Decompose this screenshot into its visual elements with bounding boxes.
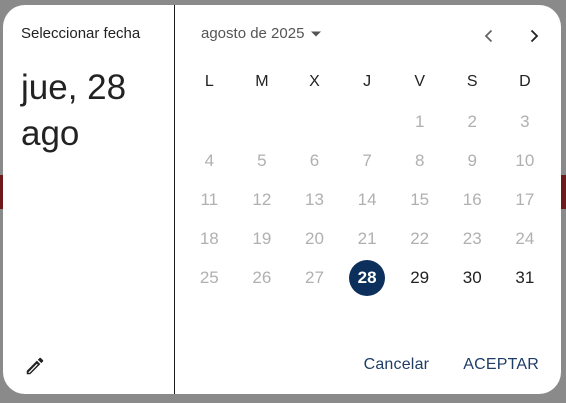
day-cell: 24: [499, 219, 552, 258]
day-grid: 1 2 3 4 5 6 7 8 9 10 11 12 13 14 15 16 17 18 19 20 21 22 23 24 2…: [183, 102, 551, 297]
previous-month-button[interactable]: [475, 22, 503, 50]
day-number: 13: [305, 189, 324, 209]
help-text: Seleccionar fecha: [21, 25, 141, 42]
day-number: 12: [252, 189, 272, 209]
empty-day-cell: [341, 102, 394, 141]
selected-day[interactable]: 28: [341, 258, 394, 297]
day-cell: 23: [446, 219, 499, 258]
day-number: 7: [362, 150, 372, 170]
date-picker-dialog: Seleccionar fecha jue, 28 ago agosto de …: [3, 5, 561, 394]
day-cell: 26: [236, 258, 289, 297]
day-number: 18: [199, 228, 219, 248]
day-number: 14: [357, 189, 377, 209]
chevron-right-icon: [530, 29, 539, 43]
weekday-label: S: [466, 73, 478, 90]
cancel-button[interactable]: Cancelar: [364, 356, 430, 374]
edit-mode-button[interactable]: [22, 353, 48, 379]
day-number: 10: [515, 150, 535, 170]
empty-day-cell: [288, 102, 341, 141]
day-number: 31: [515, 267, 535, 287]
day-cell[interactable]: 29: [393, 258, 446, 297]
day-cell: 6: [288, 141, 341, 180]
empty-day-cell: [183, 102, 236, 141]
day-number: 22: [410, 228, 430, 248]
day-cell: 22: [393, 219, 446, 258]
weekday-label: M: [255, 73, 269, 90]
day-number: 9: [467, 150, 477, 170]
day-number: 17: [515, 189, 535, 209]
chevron-left-icon: [484, 29, 493, 43]
month-year-dropdown[interactable]: agosto de 2025: [201, 25, 322, 42]
weekday-label: D: [519, 73, 531, 90]
day-number: 4: [204, 150, 215, 170]
day-number: 2: [467, 111, 477, 131]
day-cell: 19: [236, 219, 289, 258]
day-cell: 27: [288, 258, 341, 297]
day-cell: 13: [288, 180, 341, 219]
day-number: 5: [257, 150, 267, 170]
weekday-label: V: [414, 73, 425, 90]
dialog-actions: Cancelar ACEPTAR: [364, 356, 539, 374]
day-cell: 12: [236, 180, 289, 219]
day-number: 19: [252, 228, 272, 248]
day-cell: 5: [236, 141, 289, 180]
day-number: 6: [309, 150, 320, 170]
day-number: 27: [305, 267, 324, 287]
day-cell: 10: [499, 141, 552, 180]
day-cell: 9: [446, 141, 499, 180]
header-pane: Seleccionar fecha jue, 28 ago: [3, 5, 175, 394]
calendar-pane: agosto de 2025 LMXJVSD 1 2 3 4 5 6 7 8 9 10 11 12 13…: [175, 5, 561, 394]
day-cell: 21: [341, 219, 394, 258]
day-cell: 17: [499, 180, 552, 219]
day-cell: 18: [183, 219, 236, 258]
day-cell[interactable]: 30: [446, 258, 499, 297]
day-number: 11: [200, 189, 219, 209]
day-cell[interactable]: 31: [499, 258, 552, 297]
day-number: 29: [410, 267, 430, 287]
day-number: 26: [252, 267, 272, 287]
day-number: 25: [199, 267, 219, 287]
day-number: 21: [357, 228, 377, 248]
day-cell: 20: [288, 219, 341, 258]
day-cell: 7: [341, 141, 394, 180]
day-cell: 14: [341, 180, 394, 219]
day-cell: 1: [393, 102, 446, 141]
day-cell: 15: [393, 180, 446, 219]
empty-day-cell: [236, 102, 289, 141]
weekday-label: J: [363, 73, 372, 90]
day-number: 1: [414, 111, 425, 131]
dropdown-arrow-icon: [311, 31, 322, 36]
next-month-button[interactable]: [520, 22, 548, 50]
backdrop-strip-right: [561, 175, 566, 209]
pencil-icon: [26, 357, 44, 375]
day-number: 30: [462, 267, 482, 287]
day-number: 20: [305, 228, 324, 248]
day-cell: 25: [183, 258, 236, 297]
day-number: 15: [410, 189, 430, 209]
day-cell: 8: [393, 141, 446, 180]
weekday-label: X: [309, 73, 320, 90]
day-number: 28: [349, 259, 386, 296]
weekday-label: L: [204, 73, 214, 90]
ok-button[interactable]: ACEPTAR: [463, 356, 539, 374]
day-number: 23: [462, 228, 482, 248]
day-cell: 3: [499, 102, 552, 141]
day-cell: 4: [183, 141, 236, 180]
day-cell: 16: [446, 180, 499, 219]
day-number: 3: [520, 111, 530, 131]
day-cell: 11: [183, 180, 236, 219]
weekday-header: LMXJVSD: [183, 71, 551, 93]
day-cell: 2: [446, 102, 499, 141]
day-number: 8: [414, 150, 425, 170]
month-year-label: agosto de 2025: [201, 25, 305, 42]
day-number: 24: [515, 228, 535, 248]
day-number: 16: [462, 189, 482, 209]
selected-date-headline: jue, 28 ago: [21, 68, 127, 153]
